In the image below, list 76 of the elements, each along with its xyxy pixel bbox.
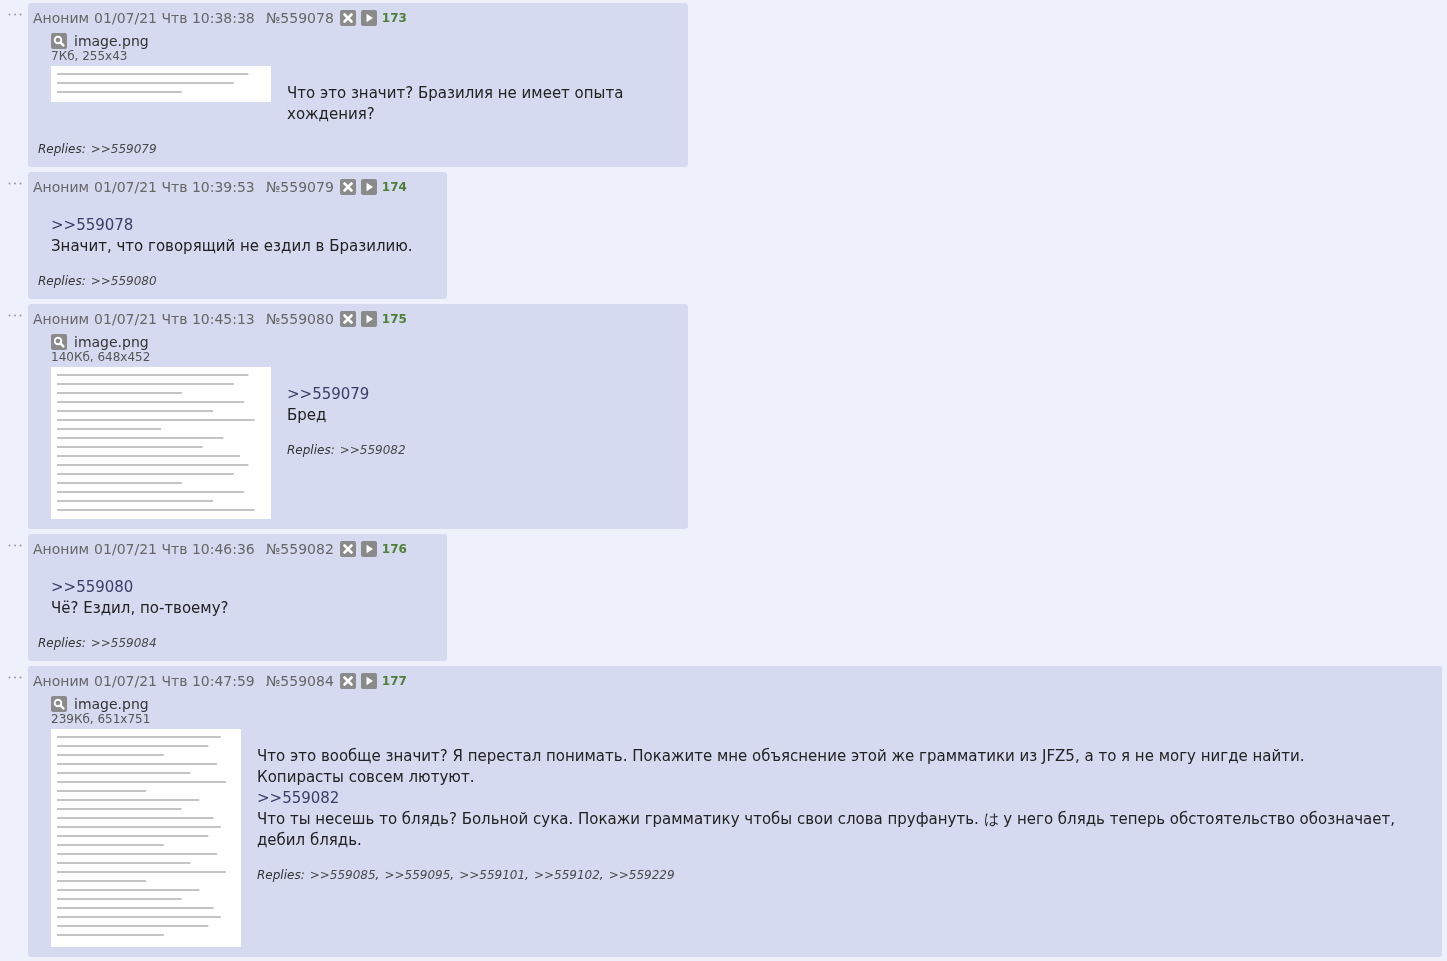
close-icon[interactable] — [339, 10, 356, 26]
search-icon[interactable] — [51, 33, 67, 49]
reply-link[interactable]: >>559095 — [384, 868, 451, 882]
file-name-link[interactable]: image.png — [74, 33, 149, 49]
author-name: Аноним — [33, 179, 90, 195]
file-info: 7Кб, 255x43 — [51, 49, 128, 64]
reply-link[interactable]: >>559085 — [309, 868, 376, 882]
replies-label: Replies: — [38, 274, 86, 288]
author-name: Аноним — [33, 541, 90, 557]
post-number-link[interactable]: №559079 — [265, 179, 334, 195]
more-options-icon[interactable] — [8, 544, 22, 547]
image-thumbnail[interactable] — [51, 367, 271, 519]
more-options-icon[interactable] — [8, 314, 22, 317]
post-counter: 174 — [381, 180, 407, 194]
quote-link[interactable]: >>559082 — [257, 789, 340, 807]
replies-label: Replies: — [257, 868, 305, 882]
message-text: Чё? Ездил, по-твоему? — [51, 598, 229, 619]
message-text: Значит, что говорящий не ездил в Бразилию. — [51, 236, 413, 257]
more-options-icon[interactable] — [8, 13, 22, 16]
quote-link[interactable]: >>559078 — [51, 216, 134, 234]
play-icon[interactable] — [360, 541, 377, 557]
more-options-icon[interactable] — [8, 182, 22, 185]
author-name: Аноним — [33, 673, 90, 689]
message-text: Что ты несешь то блядь? Больной сука. Покажи грамматику чтобы свои слова пруфануть. は у него блядь теперь обстоятельство обозначает, дебил блядь. — [257, 809, 1396, 851]
image-thumbnail[interactable] — [51, 66, 271, 102]
reply-link[interactable]: >>559229 — [608, 868, 675, 882]
play-icon[interactable] — [360, 673, 377, 689]
quote-link[interactable]: >>559080 — [51, 578, 134, 596]
post-date: 01/07/21 Чтв 10:46:36 — [94, 541, 255, 557]
message-text: Бред — [287, 405, 327, 426]
post-counter: 175 — [381, 312, 407, 326]
post-date: 01/07/21 Чтв 10:45:13 — [94, 311, 255, 327]
more-options-icon[interactable] — [8, 676, 22, 679]
author-name: Аноним — [33, 311, 90, 327]
file-info: 140Кб, 648x452 — [51, 350, 151, 365]
message-text: Что это вообще значит? Я перестал понимать. Покажите мне объяснение этой же грамматики из JFZ5, а то я не могу нигде найти. — [257, 746, 1305, 767]
message-text: Что это значит? Бразилия не имеет опыта хождения? — [287, 83, 624, 125]
close-icon[interactable] — [339, 673, 356, 689]
image-thumbnail[interactable] — [51, 729, 241, 947]
reply-link[interactable]: >>559084 — [90, 636, 157, 650]
close-icon[interactable] — [339, 541, 356, 557]
reply-separator: , — [525, 868, 529, 882]
file-name-link[interactable]: image.png — [74, 696, 149, 712]
reply-separator: , — [375, 868, 380, 882]
reply-link[interactable]: >>559080 — [90, 274, 157, 288]
reply-link[interactable]: >>559102 — [533, 868, 600, 882]
post-number-link[interactable]: №559082 — [265, 541, 334, 557]
post-date: 01/07/21 Чтв 10:39:53 — [94, 179, 255, 195]
search-icon[interactable] — [51, 696, 67, 712]
post-number-link[interactable]: №559078 — [265, 10, 334, 26]
play-icon[interactable] — [360, 311, 377, 327]
post-date: 01/07/21 Чтв 10:38:38 — [94, 10, 255, 26]
post-counter: 176 — [381, 542, 407, 556]
quote-link[interactable]: >>559079 — [287, 385, 370, 403]
post-number-link[interactable]: №559084 — [265, 673, 334, 689]
reply-separator: , — [599, 868, 604, 882]
post-date: 01/07/21 Чтв 10:47:59 — [94, 673, 255, 689]
post-counter: 177 — [381, 674, 407, 688]
search-icon[interactable] — [51, 334, 67, 350]
post-number-link[interactable]: №559080 — [265, 311, 334, 327]
replies-label: Replies: — [287, 443, 335, 457]
replies-label: Replies: — [38, 142, 86, 156]
close-icon[interactable] — [339, 179, 356, 195]
post-counter: 173 — [381, 11, 407, 25]
reply-separator: , — [450, 868, 455, 882]
reply-link[interactable]: >>559079 — [90, 142, 157, 156]
replies-label: Replies: — [38, 636, 86, 650]
message-text: Копирасты совсем лютуют. — [257, 767, 475, 788]
play-icon[interactable] — [360, 10, 377, 26]
file-info: 239Кб, 651x751 — [51, 712, 151, 727]
reply-link[interactable]: >>559101 — [459, 868, 526, 882]
close-icon[interactable] — [339, 311, 356, 327]
reply-link[interactable]: >>559082 — [339, 443, 406, 457]
author-name: Аноним — [33, 10, 90, 26]
file-name-link[interactable]: image.png — [74, 334, 149, 350]
play-icon[interactable] — [360, 179, 377, 195]
